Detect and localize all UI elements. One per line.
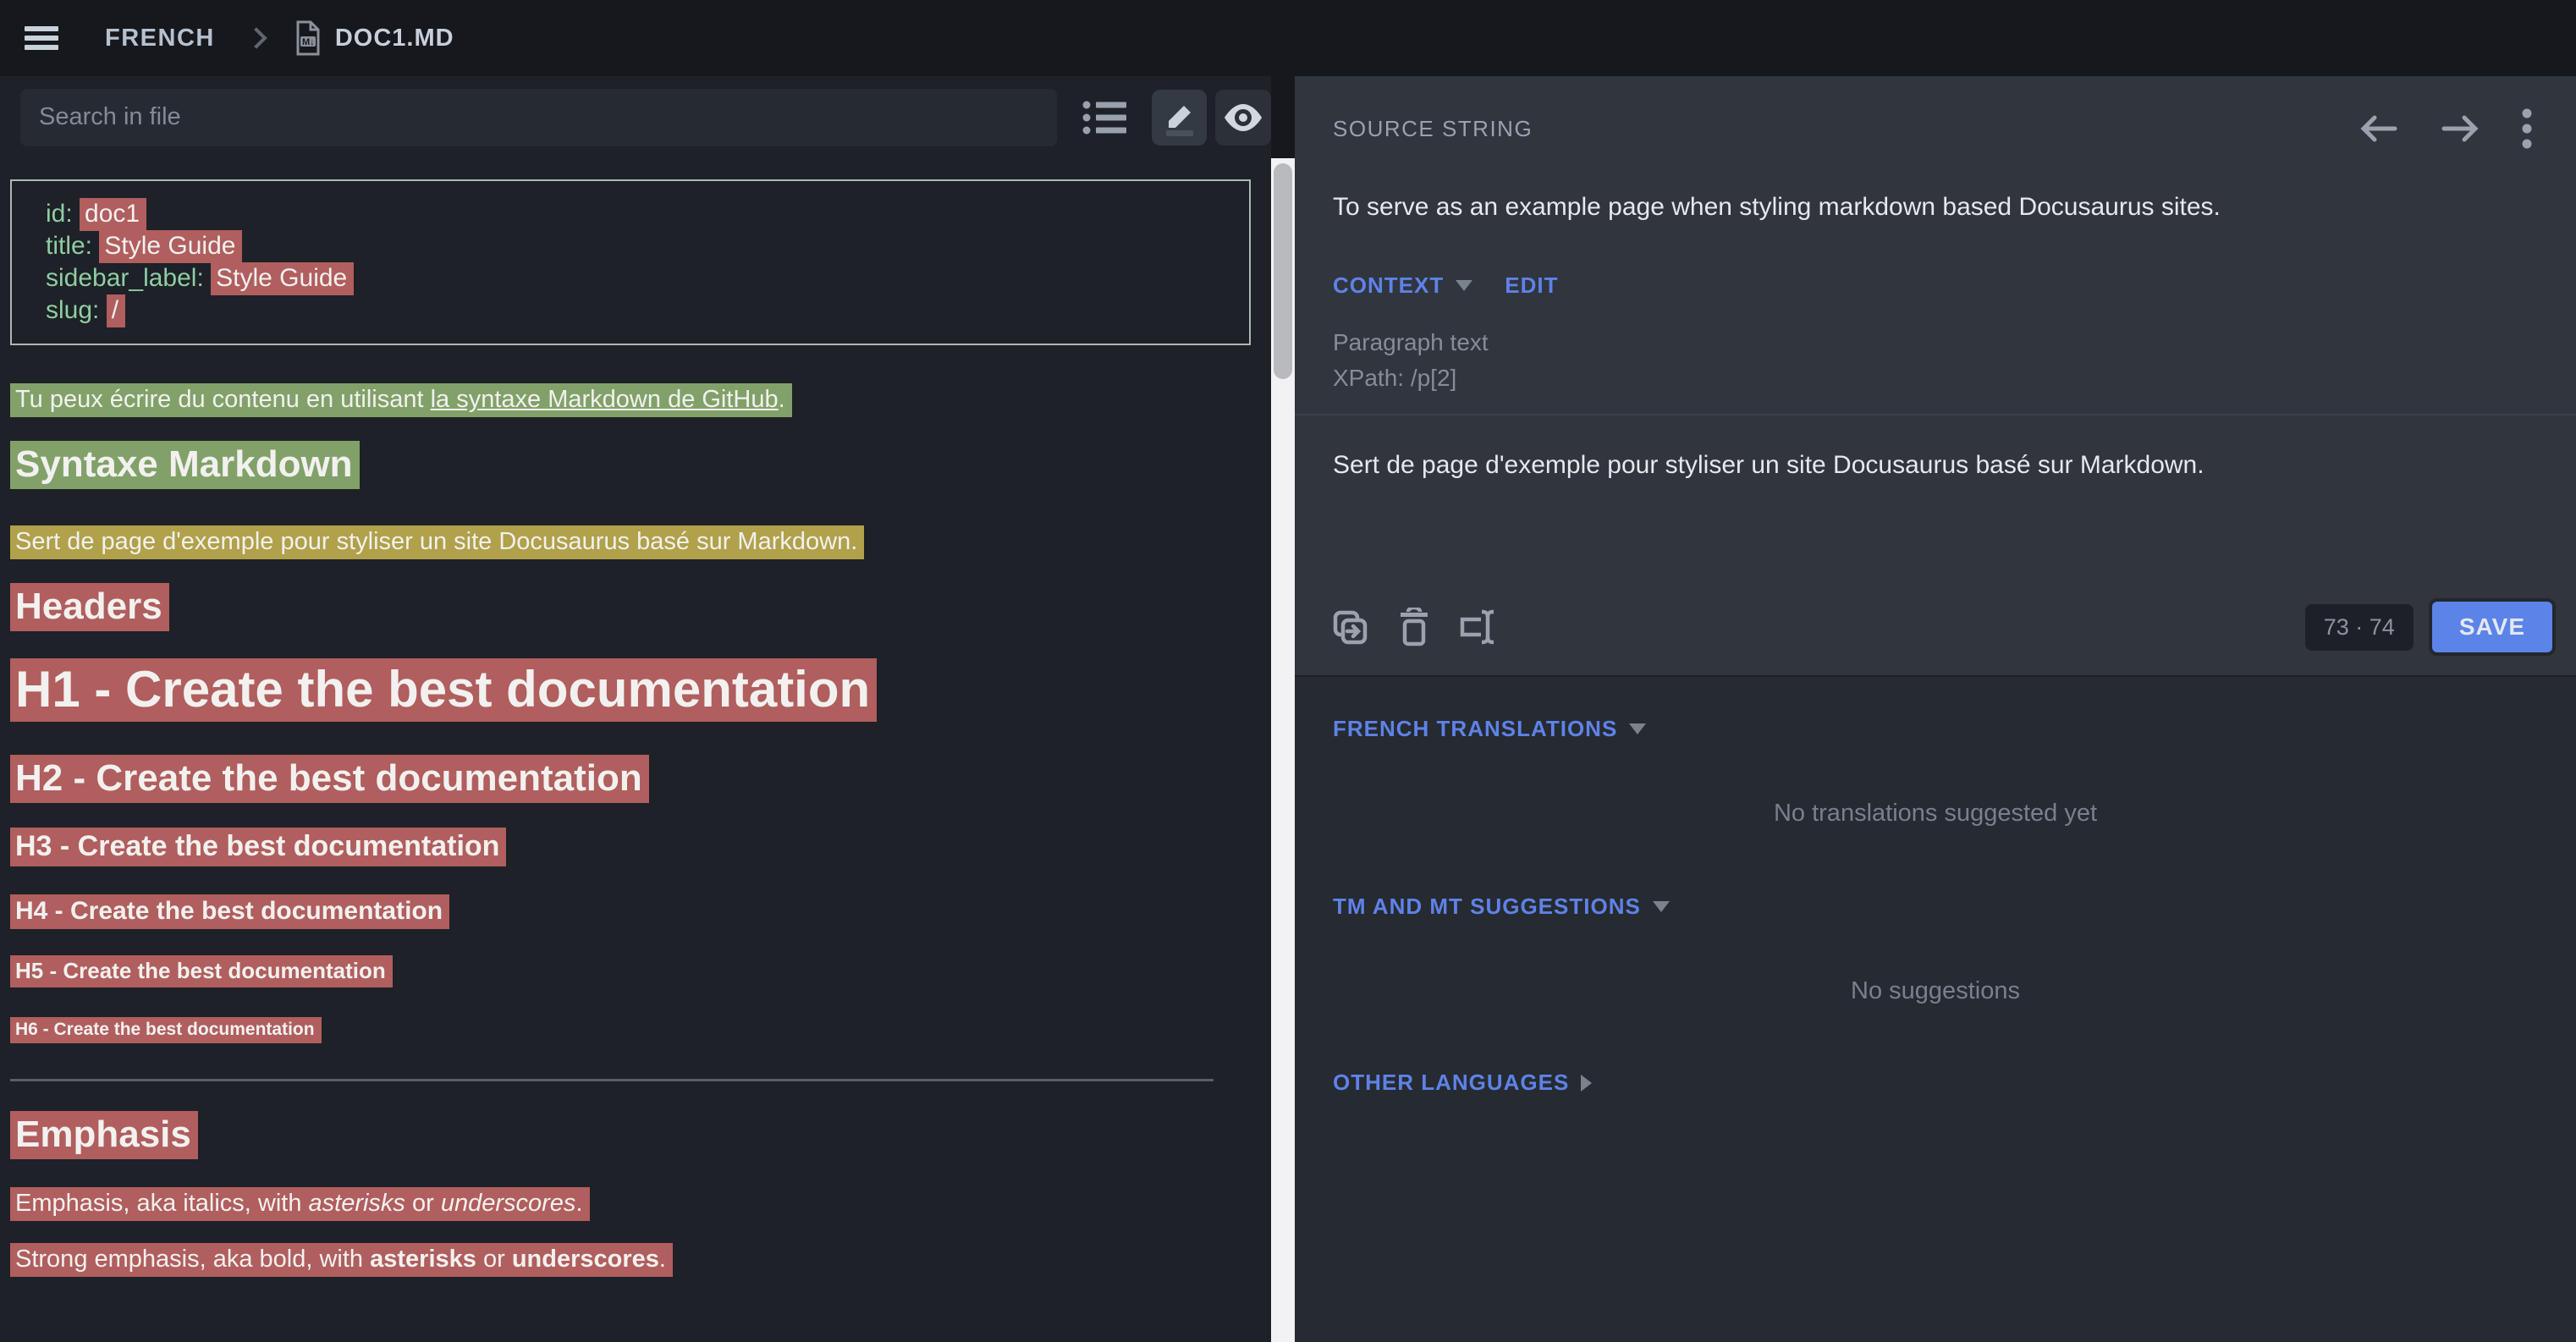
- edit-mode-button[interactable]: [1152, 90, 1208, 146]
- translatable-string[interactable]: Syntaxe Markdown: [10, 441, 360, 489]
- section-tm-mt-suggestions[interactable]: TM AND MT SUGGESTIONS: [1295, 894, 2576, 920]
- translation-panel: SOURCE STRING To: [1295, 76, 2576, 1342]
- frontmatter-line: slug: /: [46, 294, 1215, 327]
- translation-input[interactable]: Sert de page d'exemple pour styliser un …: [1333, 451, 2538, 480]
- source-string-card: SOURCE STRING To: [1295, 76, 2576, 677]
- source-text: To serve as an example page when styling…: [1333, 193, 2538, 222]
- translatable-string[interactable]: H1 - Create the best documentation: [10, 658, 877, 722]
- svg-text:M↓: M↓: [302, 37, 315, 47]
- insert-cursor-icon[interactable]: [1459, 608, 1500, 646]
- translatable-string[interactable]: Emphasis, aka italics, with asterisks or…: [10, 1187, 590, 1221]
- search-row: [0, 76, 1271, 158]
- card-divider: [1295, 414, 2576, 415]
- heading-h5: H5 - Create the best documentation: [10, 958, 1256, 984]
- translatable-string[interactable]: H2 - Create the best documentation: [10, 755, 649, 803]
- frontmatter-line: id: doc1: [46, 198, 1215, 230]
- translation-toolbar: 73 · 74 SAVE: [1295, 587, 2576, 675]
- suggestions-empty-state: No suggestions: [1295, 977, 2576, 1005]
- section-other-languages[interactable]: OTHER LANGUAGES: [1295, 1070, 2576, 1096]
- translations-empty-state: No translations suggested yet: [1295, 800, 2576, 828]
- preview-mode-button[interactable]: [1215, 90, 1271, 146]
- section-french-translations[interactable]: FRENCH TRANSLATIONS: [1295, 716, 2576, 742]
- strong-paragraph: Strong emphasis, aka bold, with asterisk…: [10, 1242, 1256, 1276]
- document-scrollbar[interactable]: [1271, 158, 1295, 1342]
- expand-triangle-icon: [1581, 1075, 1592, 1092]
- context-toggle[interactable]: CONTEXT: [1333, 272, 1444, 299]
- emphasis-paragraph: Emphasis, aka italics, with asterisks or…: [10, 1186, 1256, 1220]
- copy-source-icon[interactable]: [1330, 608, 1369, 646]
- delete-translation-icon[interactable]: [1398, 608, 1430, 646]
- heading-h1: H1 - Create the best documentation: [10, 660, 1256, 718]
- source-string-label: SOURCE STRING: [1333, 116, 1533, 142]
- collapse-triangle-icon: [1629, 723, 1646, 734]
- heading-h2: H2 - Create the best documentation: [10, 757, 1256, 800]
- document-panel: id: doc1 title: Style Guide sidebar_labe…: [0, 76, 1271, 1342]
- frontmatter-line: title: Style Guide: [46, 230, 1215, 262]
- heading-emphasis: Emphasis: [10, 1114, 1256, 1156]
- horizontal-rule: [10, 1079, 1214, 1081]
- markdown-file-icon: M↓: [294, 20, 322, 56]
- translatable-string[interactable]: H5 - Create the best documentation: [10, 955, 393, 987]
- kebab-menu-icon[interactable]: [2522, 108, 2532, 149]
- translatable-string[interactable]: Tu peux écrire du contenu en utilisant l…: [10, 383, 792, 417]
- collapse-triangle-icon: [1456, 280, 1472, 291]
- translatable-string[interactable]: doc1: [80, 198, 146, 231]
- next-string-icon[interactable]: [2441, 113, 2480, 144]
- translatable-string[interactable]: Headers: [10, 583, 169, 631]
- edit-context-button[interactable]: EDIT: [1505, 272, 1558, 299]
- string-list-view-button[interactable]: [1077, 90, 1133, 146]
- context-xpath: XPath: /p[2]: [1333, 365, 2538, 392]
- translatable-string[interactable]: Style Guide: [99, 230, 242, 263]
- topbar: FRENCH M↓ DOC1.MD: [0, 0, 2576, 76]
- translatable-string[interactable]: H6 - Create the best documentation: [10, 1017, 322, 1043]
- translatable-string[interactable]: Emphasis: [10, 1111, 198, 1159]
- translatable-string-selected[interactable]: Sert de page d'exemple pour styliser un …: [10, 525, 864, 559]
- heading-markdown-syntax: Syntaxe Markdown: [10, 443, 1256, 486]
- translatable-string[interactable]: Style Guide: [211, 262, 354, 295]
- intro-paragraph: Tu peux écrire du contenu en utilisant l…: [10, 382, 1256, 416]
- document-content: id: doc1 title: Style Guide sidebar_labe…: [0, 158, 1271, 1276]
- collapse-triangle-icon: [1653, 901, 1670, 912]
- save-button[interactable]: SAVE: [2429, 598, 2556, 656]
- prev-string-icon[interactable]: [2359, 113, 2398, 144]
- heading-h3: H3 - Create the best documentation: [10, 830, 1256, 863]
- translatable-string[interactable]: /: [107, 294, 125, 327]
- frontmatter-line: sidebar_label: Style Guide: [46, 262, 1215, 294]
- char-count-badge: 73 · 74: [2305, 604, 2414, 651]
- scrollbar-thumb[interactable]: [1274, 163, 1292, 379]
- search-input[interactable]: [20, 89, 1057, 146]
- heading-headers: Headers: [10, 586, 1256, 628]
- breadcrumb-project[interactable]: FRENCH: [105, 25, 215, 52]
- heading-h4: H4 - Create the best documentation: [10, 897, 1256, 926]
- translatable-string[interactable]: Strong emphasis, aka bold, with asterisk…: [10, 1243, 673, 1277]
- translatable-string[interactable]: H4 - Create the best documentation: [10, 894, 449, 929]
- heading-h6: H6 - Create the best documentation: [10, 1020, 1256, 1040]
- breadcrumb-file[interactable]: DOC1.MD: [335, 25, 454, 52]
- frontmatter-box: id: doc1 title: Style Guide sidebar_labe…: [10, 179, 1251, 345]
- translatable-string[interactable]: H3 - Create the best documentation: [10, 828, 506, 866]
- markdown-syntax-link[interactable]: la syntaxe Markdown de GitHub: [431, 386, 779, 413]
- selected-paragraph: Sert de page d'exemple pour styliser un …: [10, 525, 1256, 558]
- hamburger-menu-icon[interactable]: [25, 26, 58, 50]
- breadcrumb-chevron-icon: [245, 27, 267, 48]
- context-type: Paragraph text: [1333, 329, 2538, 356]
